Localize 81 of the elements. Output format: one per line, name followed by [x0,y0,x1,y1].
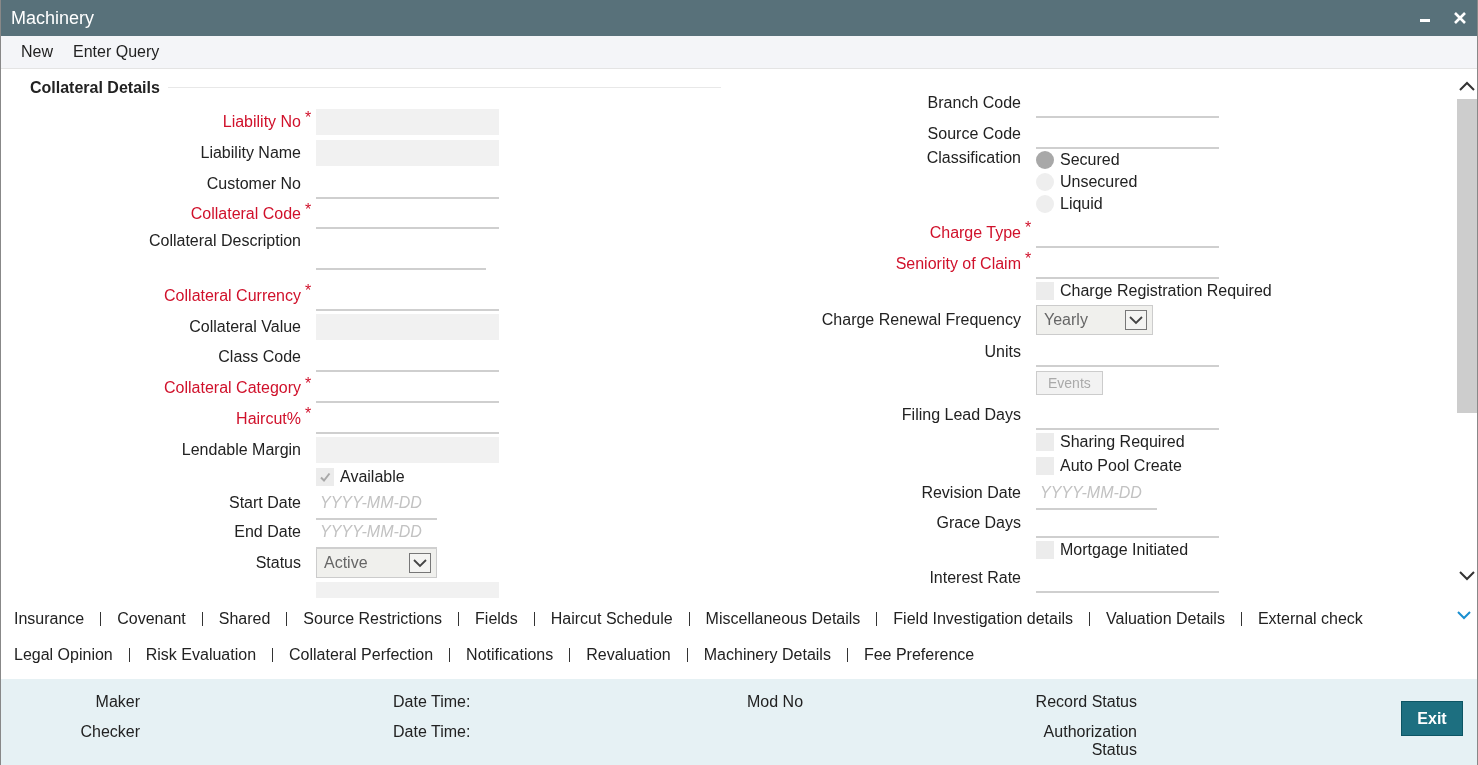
field-label: Collateral Category [163,379,301,398]
radio-label: Unsecured [1060,173,1138,191]
required-asterisk: * [305,201,312,218]
tab-link[interactable]: Revaluation [586,646,671,664]
required-asterisk: * [305,282,312,300]
field-label: Collateral Value [188,317,301,336]
required-asterisk: * [1025,219,1032,236]
field-label: Haircut% [235,409,301,428]
radio-label: Secured [1060,151,1120,169]
tab-link[interactable]: Insurance [14,610,85,628]
tab-link[interactable]: Fee Preference [863,646,975,664]
tab-link[interactable]: Machinery Details [703,646,831,664]
required-asterisk: * [1025,250,1032,267]
tab-link[interactable]: Shared [218,610,271,628]
field-label: Liability No [221,113,301,132]
checkbox-label: Charge Registration Required [1060,282,1272,300]
audit-label: Authorization Status [1042,723,1137,759]
field-label: Source Code [926,124,1021,143]
toolbar-button[interactable]: New [11,43,63,61]
field-label: Collateral Description [147,231,301,250]
tab-link[interactable]: Collateral Perfection [289,646,434,664]
tab-link[interactable]: External check [1257,610,1363,628]
radio-label: Liquid [1060,195,1103,213]
field-label: Start Date [227,494,301,513]
required-asterisk: * [305,405,312,423]
field-label: Classification [925,149,1021,167]
checkbox-label: Sharing Required [1060,433,1185,451]
section-title: Collateral Details [30,78,160,97]
field-label: Class Code [217,348,301,367]
checkbox-label: Mortgage Initiated [1060,541,1189,559]
toolbar-button[interactable]: Enter Query [63,43,170,61]
field-label: Branch Code [926,93,1021,112]
audit-label: Checker [80,723,140,741]
chevron-up-icon[interactable] [1459,81,1475,91]
close-icon[interactable] [1453,11,1467,25]
tab-link[interactable]: Valuation Details [1106,610,1225,628]
field-label: Collateral Currency [163,286,301,305]
field-label: Charge Renewal Frequency [820,310,1021,329]
field-label: Revision Date [920,483,1021,502]
field-label: Seniority of Claim [894,254,1021,273]
field-label: Interest Rate [928,568,1021,587]
tab-link[interactable]: Risk Evaluation [145,646,257,664]
dropdown[interactable]: Active [316,547,437,578]
tab-link[interactable]: Miscellaneous Details [705,610,861,628]
dropdown[interactable]: Yearly [1036,304,1153,335]
radio-button[interactable] [1036,151,1054,169]
required-asterisk: * [305,108,312,126]
tab-link[interactable]: Notifications [466,646,554,664]
chevron-down-icon[interactable] [1459,571,1475,581]
scroll-thumb[interactable] [1457,99,1477,413]
tab-link[interactable]: Fields [475,610,518,628]
tab-link[interactable]: Covenant [117,610,186,628]
field-label: Filing Lead Days [900,405,1021,424]
field-label: Collateral Code [189,205,301,224]
caret-icon[interactable] [1125,309,1147,330]
checkbox[interactable] [316,467,334,486]
audit-label: Mod No [747,693,805,711]
tab-link[interactable]: Field Investigation details [893,610,1073,628]
scrollbar[interactable] [1457,81,1477,581]
tab-link[interactable]: Source Restrictions [303,610,443,628]
window-title: Machinery [11,7,95,29]
required-asterisk: * [305,374,312,392]
tab-link[interactable]: Haircut Schedule [550,610,673,628]
caret-icon[interactable] [409,552,431,573]
field-label: Grace Days [935,513,1021,532]
checkbox-label: Auto Pool Create [1060,457,1182,475]
check-icon [319,470,331,483]
field-label: Charge Type [928,223,1021,242]
audit-label: Date Time: [393,723,472,741]
field-label: Liability Name [199,143,301,162]
tab-link[interactable]: Legal Opinion [14,646,113,664]
checkbox-label: Available [340,467,405,486]
field-label: Status [254,553,301,572]
exit-button[interactable]: Exit [1401,701,1463,736]
field-label: Customer No [205,174,301,193]
audit-label: Date Time: [393,693,472,711]
field-label: Units [983,342,1021,361]
audit-label: Record Status [1035,693,1137,711]
field-label: Lendable Margin [180,440,301,459]
audit-label: Maker [95,693,140,711]
field-label: End Date [233,523,301,541]
